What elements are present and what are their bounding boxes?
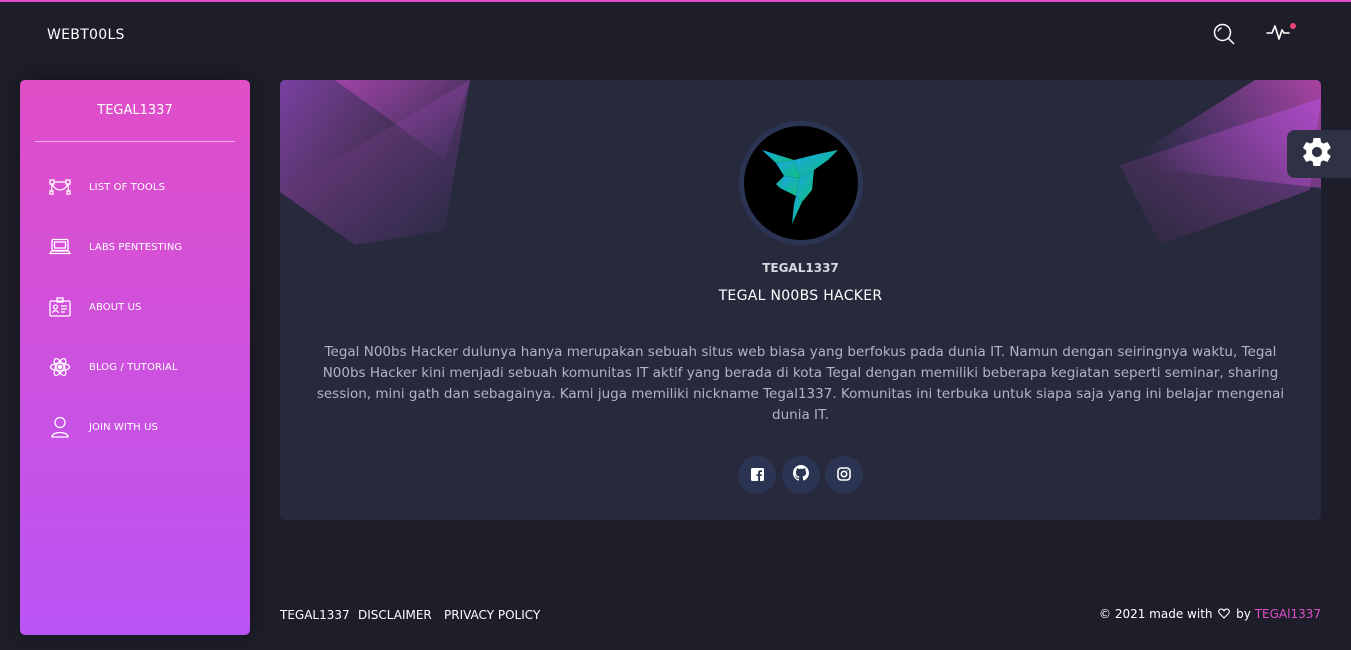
github-button[interactable] — [782, 456, 820, 494]
sidebar-item-label: ABOUT US — [89, 301, 142, 313]
sidebar: TEGAL1337 LIST OF TOOLS LABS PENTESTING — [20, 80, 250, 635]
notification-dot — [1290, 23, 1296, 29]
brand-logo[interactable]: WEBT00LS — [47, 27, 125, 43]
profile-description: Tegal N00bs Hacker dulunya hanya merupak… — [316, 344, 1285, 423]
sidebar-item-join-with-us[interactable]: JOIN WITH US — [48, 410, 238, 444]
sidebar-item-label: BLOG / TUTORIAL — [89, 361, 178, 373]
sidebar-item-list-of-tools[interactable]: LIST OF TOOLS — [48, 170, 238, 204]
avatar — [739, 121, 863, 245]
profile-card: TEGAL1337 TEGAL N00BS HACKER Tegal N00bs… — [280, 80, 1321, 520]
profile-subtitle: TEGAL N00BS HACKER — [718, 288, 883, 304]
sidebar-divider — [35, 141, 235, 142]
footer-link-disclaimer[interactable]: DISCLAIMER — [358, 608, 432, 622]
sidebar-item-label: LIST OF TOOLS — [89, 181, 166, 193]
sidebar-title[interactable]: TEGAL1337 — [20, 103, 250, 118]
activity-icon[interactable] — [1266, 20, 1292, 44]
search-icon[interactable] — [1212, 22, 1236, 46]
footer-link-tegal1337[interactable]: TEGAL1337 — [280, 608, 350, 622]
vector-path-icon — [48, 175, 72, 199]
sidebar-item-about-us[interactable]: ABOUT US — [48, 290, 238, 324]
navbar: WEBT00LS — [0, 2, 1351, 68]
instagram-button[interactable] — [825, 456, 863, 494]
copyright-prefix: © 2021 made with — [1099, 607, 1213, 621]
profile-username: TEGAL1337 — [762, 261, 839, 275]
copyright-author-link[interactable]: TEGAl1337 — [1255, 607, 1321, 621]
copyright-by: by — [1236, 607, 1251, 621]
user-icon — [48, 415, 72, 439]
heart-icon — [1218, 608, 1231, 622]
github-icon — [793, 465, 809, 485]
footer-link-privacy-policy[interactable]: PRIVACY POLICY — [444, 608, 540, 622]
sidebar-item-label: LABS PENTESTING — [89, 241, 183, 253]
laptop-icon — [48, 235, 72, 259]
sidebar-item-labs-pentesting[interactable]: LABS PENTESTING — [48, 230, 238, 264]
instagram-icon — [837, 466, 851, 485]
bird-logo-icon — [762, 150, 838, 224]
copyright: © 2021 made with by TEGAl1337 — [1000, 607, 1321, 622]
gear-icon — [1303, 137, 1331, 170]
atom-icon — [48, 355, 72, 379]
sidebar-item-label: JOIN WITH US — [89, 421, 158, 433]
id-card-icon — [48, 295, 72, 319]
facebook-icon — [750, 466, 764, 485]
facebook-button[interactable] — [738, 456, 776, 494]
sidebar-item-blog-tutorial[interactable]: BLOG / TUTORIAL — [48, 350, 238, 384]
settings-button[interactable] — [1287, 130, 1351, 178]
